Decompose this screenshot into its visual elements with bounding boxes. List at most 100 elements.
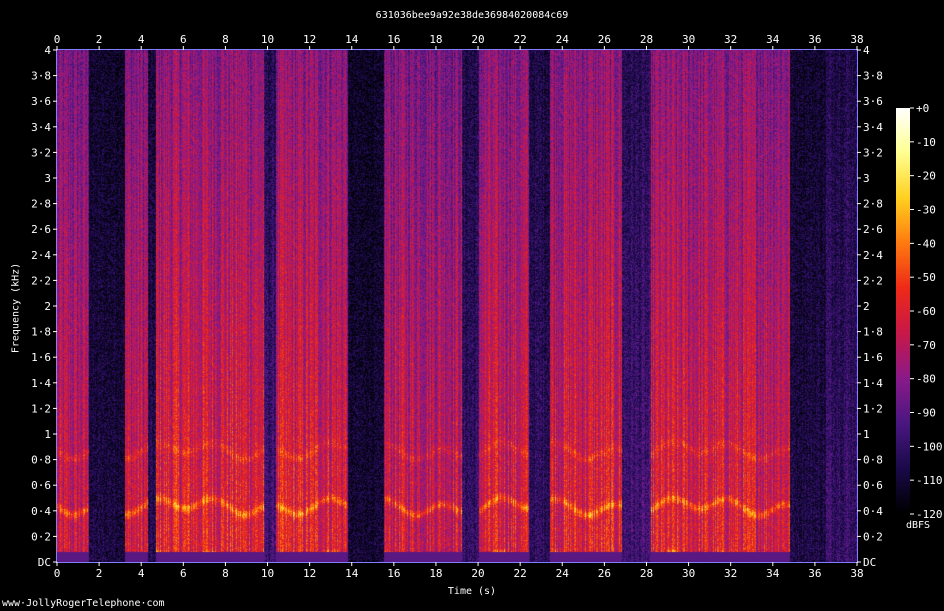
y-tick-label-left: 1·2 — [31, 402, 51, 415]
y-tick-label-left: 3·8 — [31, 70, 51, 83]
chart-axes: 0022446688101012121414161618182020222224… — [31, 33, 943, 580]
x-tick-label-bottom: 4 — [138, 567, 145, 580]
x-tick-label-bottom: 14 — [345, 567, 359, 580]
y-tick-label-right: 3·4 — [863, 121, 883, 134]
y-tick-label-right: 3·6 — [863, 95, 883, 108]
x-tick-label-bottom: 0 — [54, 567, 61, 580]
colorbar-tick-label: -70 — [916, 339, 936, 352]
y-tick-label-left: 4 — [44, 44, 51, 57]
website-footer: www·JollyRogerTelephone·com — [2, 598, 165, 609]
x-tick-label-bottom: 24 — [556, 567, 570, 580]
x-tick-label-top: 26 — [598, 33, 611, 46]
y-tick-label-right: 2 — [863, 300, 870, 313]
x-tick-label-top: 2 — [96, 33, 103, 46]
y-tick-label-left: 2·8 — [31, 198, 51, 211]
colorbar-tick-label: -10 — [916, 136, 936, 149]
y-tick-label-right: 2·4 — [863, 249, 883, 262]
y-tick-label-left: 3·2 — [31, 146, 51, 159]
x-tick-label-top: 38 — [850, 33, 863, 46]
x-tick-label-top: 18 — [429, 33, 442, 46]
colorbar-tick-label: -90 — [916, 407, 936, 420]
y-tick-label-left: 3·6 — [31, 95, 51, 108]
spectrogram-figure: 631036bee9a92e38de36984020084c69 0022446… — [0, 0, 944, 611]
y-tick-label-right: 0·8 — [863, 454, 883, 467]
x-tick-label-top: 36 — [808, 33, 821, 46]
y-tick-label-right: 3·8 — [863, 70, 883, 83]
y-tick-label-left: 0·6 — [31, 479, 51, 492]
y-tick-label-right: DC — [863, 556, 876, 569]
y-tick-label-right: 2·8 — [863, 198, 883, 211]
y-axis-label: Frequency (kHz) — [10, 262, 22, 354]
y-tick-label-right: 3 — [863, 172, 870, 185]
colorbar-tick-label: -50 — [916, 271, 936, 284]
x-tick-label-bottom: 6 — [180, 567, 187, 580]
x-tick-label-top: 30 — [682, 33, 695, 46]
y-tick-label-right: 1·4 — [863, 377, 883, 390]
colorbar — [896, 108, 910, 514]
y-tick-label-right: 3·2 — [863, 146, 883, 159]
y-tick-label-right: 0·2 — [863, 530, 883, 543]
x-tick-label-bottom: 18 — [429, 567, 442, 580]
x-tick-label-bottom: 20 — [471, 567, 484, 580]
colorbar-tick-label: -80 — [916, 373, 936, 386]
y-tick-label-left: DC — [38, 556, 51, 569]
y-tick-label-left: 0·4 — [31, 505, 51, 518]
plot-frame — [56, 49, 858, 563]
x-tick-label-top: 6 — [180, 33, 187, 46]
x-tick-label-top: 24 — [556, 33, 570, 46]
colorbar-tick-label: -60 — [916, 305, 936, 318]
x-tick-label-top: 4 — [138, 33, 145, 46]
x-tick-label-top: 8 — [222, 33, 229, 46]
x-tick-label-top: 20 — [471, 33, 484, 46]
x-tick-label-bottom: 38 — [850, 567, 863, 580]
y-tick-label-left: 2·4 — [31, 249, 51, 262]
y-tick-label-right: 4 — [863, 44, 870, 57]
colorbar-tick-label: -110 — [916, 474, 943, 487]
x-tick-label-top: 28 — [640, 33, 653, 46]
y-tick-label-left: 0·8 — [31, 454, 51, 467]
x-tick-label-top: 14 — [345, 33, 359, 46]
x-tick-label-bottom: 8 — [222, 567, 229, 580]
colorbar-tick-label: -20 — [916, 170, 936, 183]
x-tick-label-bottom: 32 — [724, 567, 737, 580]
colorbar-tick-label: -100 — [916, 440, 943, 453]
x-tick-label-top: 16 — [387, 33, 400, 46]
y-tick-label-left: 1·4 — [31, 377, 51, 390]
y-tick-label-right: 1·2 — [863, 402, 883, 415]
y-tick-label-left: 1·6 — [31, 351, 51, 364]
y-tick-label-left: 2·2 — [31, 274, 51, 287]
x-tick-label-top: 12 — [303, 33, 316, 46]
y-tick-label-left: 3·4 — [31, 121, 51, 134]
x-tick-label-top: 32 — [724, 33, 737, 46]
colorbar-tick-label: +0 — [916, 102, 929, 115]
y-tick-label-right: 1·8 — [863, 326, 883, 339]
y-tick-label-right: 0·6 — [863, 479, 883, 492]
y-tick-label-left: 1·8 — [31, 326, 51, 339]
y-tick-label-left: 0·2 — [31, 530, 51, 543]
colorbar-tick-label: -40 — [916, 237, 936, 250]
y-tick-label-left: 2 — [44, 300, 51, 313]
x-tick-label-bottom: 22 — [514, 567, 527, 580]
y-tick-label-left: 1 — [44, 428, 51, 441]
x-tick-label-bottom: 28 — [640, 567, 653, 580]
y-tick-label-left: 2·6 — [31, 223, 51, 236]
x-tick-label-bottom: 10 — [261, 567, 274, 580]
y-tick-label-right: 2·6 — [863, 223, 883, 236]
colorbar-tick-label: -30 — [916, 204, 936, 217]
x-tick-label-bottom: 30 — [682, 567, 695, 580]
x-tick-label-bottom: 26 — [598, 567, 611, 580]
x-tick-label-bottom: 34 — [766, 567, 780, 580]
y-tick-label-right: 2·2 — [863, 274, 883, 287]
x-tick-label-top: 10 — [261, 33, 274, 46]
x-tick-label-top: 34 — [766, 33, 780, 46]
x-tick-label-top: 0 — [54, 33, 61, 46]
y-tick-label-right: 1 — [863, 428, 870, 441]
x-tick-label-bottom: 2 — [96, 567, 103, 580]
x-axis-label: Time (s) — [447, 586, 497, 597]
x-tick-label-bottom: 12 — [303, 567, 316, 580]
x-tick-label-top: 22 — [514, 33, 527, 46]
x-tick-label-bottom: 16 — [387, 567, 400, 580]
y-tick-label-left: 3 — [44, 172, 51, 185]
colorbar-label: dBFS — [905, 520, 931, 531]
x-tick-label-bottom: 36 — [808, 567, 821, 580]
